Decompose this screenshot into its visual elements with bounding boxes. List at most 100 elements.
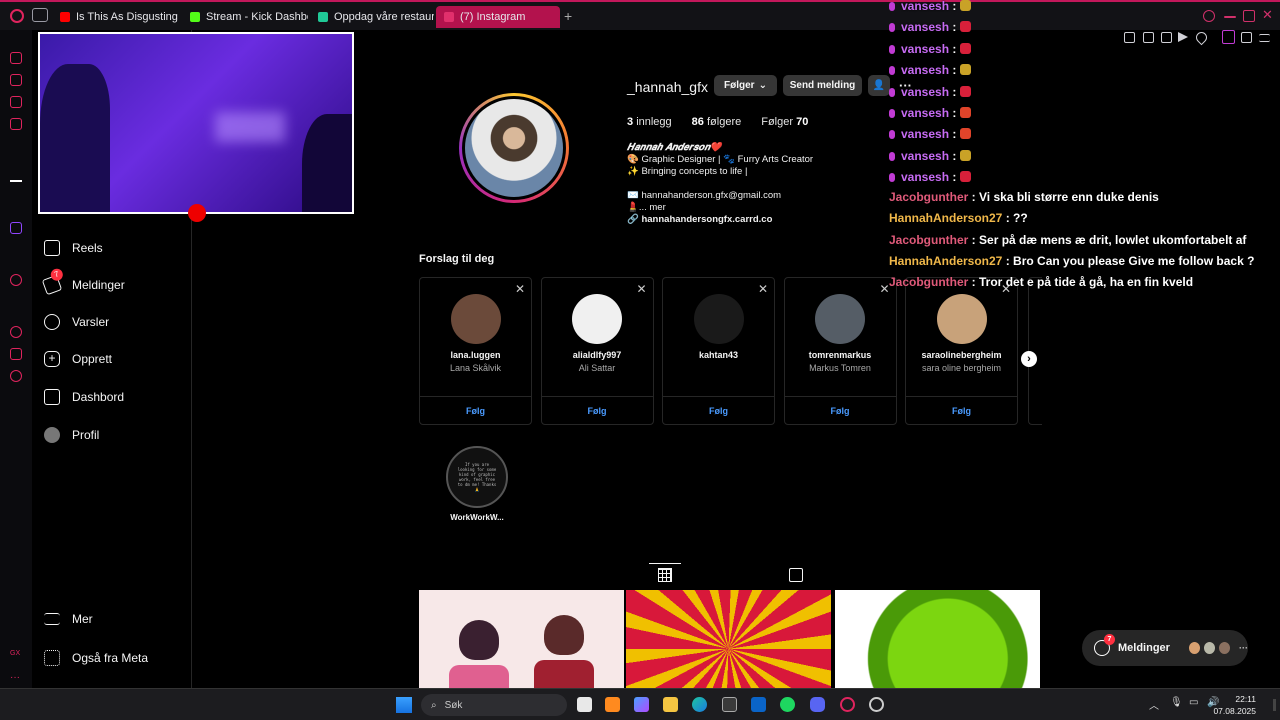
next-arrow-icon[interactable]: › xyxy=(1021,351,1037,367)
extensions-icon[interactable] xyxy=(10,348,22,360)
discord-icon[interactable] xyxy=(810,697,825,712)
suggestion-username[interactable]: tomrenmarkus xyxy=(785,350,896,360)
task-view-icon[interactable] xyxy=(577,697,592,712)
post-thumbnail[interactable] xyxy=(419,590,624,688)
profile-picture-ring[interactable] xyxy=(459,93,569,203)
suggestion-card[interactable]: ✕ kahtan43 Følg xyxy=(662,277,775,425)
dismiss-close-icon[interactable]: ✕ xyxy=(879,282,889,296)
suggestion-username[interactable]: kahtan43 xyxy=(663,350,774,360)
telegram-icon[interactable] xyxy=(10,118,22,130)
more-dots-icon[interactable]: ··· xyxy=(10,672,22,684)
following-stat[interactable]: Følger 70 xyxy=(761,116,808,128)
browser-tab[interactable]: (7) Instagram xyxy=(436,6,560,28)
player-play-icon[interactable] xyxy=(1178,32,1188,42)
aria-sidebar-icon[interactable] xyxy=(10,170,22,182)
fl-studio-icon[interactable] xyxy=(605,697,620,712)
network-icon[interactable]: ▭ xyxy=(1189,697,1198,708)
suggestion-card[interactable]: ✕ lana.luggen Lana Skålvik Følg xyxy=(419,277,532,425)
followers-stat[interactable]: 86 følgere xyxy=(692,116,742,128)
taskbar-search[interactable]: ⌕ Søk xyxy=(421,694,567,716)
following-button[interactable]: Følger ⌄ xyxy=(714,75,777,96)
nav-create[interactable]: + Opprett xyxy=(44,351,112,367)
nav-notifications[interactable]: Varsler xyxy=(44,314,109,330)
tray-chevron-icon[interactable]: ︿ xyxy=(1149,697,1159,712)
close-window-icon[interactable]: ✕ xyxy=(1262,7,1274,22)
profile-stats: 3 innlegg 86 følgere Følger 70 xyxy=(627,116,808,128)
suggestion-username[interactable]: saraolinebergheim xyxy=(906,350,1017,360)
player-icon[interactable] xyxy=(10,274,22,286)
nav-also-from-meta[interactable]: Også fra Meta xyxy=(44,650,148,666)
chat-message: HannahAnderson27 : ?? xyxy=(889,211,1028,226)
shield-icon[interactable] xyxy=(1161,32,1172,43)
browser-tab[interactable]: Stream - Kick Dashboard xyxy=(182,6,308,28)
whatsapp-icon[interactable] xyxy=(10,74,22,86)
suggestion-card[interactable]: ✕ saraolinebergheim sara oline bergheim Føl… xyxy=(905,277,1018,425)
dismiss-close-icon[interactable]: ✕ xyxy=(636,282,646,296)
follow-button[interactable]: Følg xyxy=(420,396,531,424)
gx-icon[interactable]: GX xyxy=(10,650,22,662)
bio-more-link[interactable]: 💄... mer xyxy=(627,202,813,214)
minimize-icon[interactable] xyxy=(1224,16,1236,18)
twitch-icon[interactable] xyxy=(10,222,22,234)
nav-messages[interactable]: 7 Meldinger xyxy=(41,267,125,296)
browser-tab[interactable]: Is This As Disgusting As E xyxy=(52,6,178,28)
suggest-people-button[interactable]: 👤 xyxy=(868,75,890,96)
search-tabs-icon[interactable] xyxy=(1203,10,1215,22)
download-icon[interactable] xyxy=(1241,32,1252,43)
file-explorer-icon[interactable] xyxy=(663,697,678,712)
opera-logo-icon[interactable] xyxy=(10,9,24,23)
story-highlight[interactable]: If you are looking for some kind of grap… xyxy=(446,446,508,522)
messenger-icon[interactable] xyxy=(10,96,22,108)
copilot-icon[interactable] xyxy=(634,697,649,712)
spotify-icon[interactable] xyxy=(780,697,795,712)
mic-badge-icon xyxy=(889,87,895,97)
messages-floating-button[interactable]: 7 Meldinger ··· xyxy=(1082,630,1248,666)
windows-start-icon[interactable] xyxy=(396,697,412,713)
post-thumbnail[interactable] xyxy=(835,590,1040,688)
follow-button[interactable]: Følg xyxy=(663,396,774,424)
browser-tab-strip: Is This As Disgusting As E Stream - Kick … xyxy=(0,0,1280,30)
meta-apps-icon xyxy=(44,650,60,666)
outlook-icon[interactable] xyxy=(751,697,766,712)
tagged-icon[interactable] xyxy=(789,568,803,582)
history-icon[interactable] xyxy=(10,326,22,338)
edge-icon[interactable] xyxy=(692,697,707,712)
snapshot-icon[interactable] xyxy=(1143,32,1154,43)
heart-outline-icon xyxy=(44,314,60,330)
heart-icon[interactable] xyxy=(1193,29,1210,46)
posts-grid-icon[interactable] xyxy=(649,563,681,582)
suggestion-card[interactable]: ✕ alialdlfy997 Ali Sattar Følg xyxy=(540,277,654,425)
follow-button[interactable]: Følg xyxy=(784,396,896,424)
follow-button[interactable]: Følg xyxy=(541,396,653,424)
bio-website-link[interactable]: 🔗 hannahandersongfx.carrd.co xyxy=(627,214,813,226)
aria-ai-icon[interactable] xyxy=(1222,30,1235,44)
suggestion-card[interactable]: ✕ tomrenmarkus Markus Tomren Følg xyxy=(783,277,897,425)
chat-message: vansesh : xyxy=(889,149,971,163)
menu-icon[interactable] xyxy=(1259,34,1270,42)
avatar xyxy=(1202,641,1216,655)
store-icon[interactable] xyxy=(722,697,737,712)
nav-reels[interactable]: Reels xyxy=(44,240,103,256)
nav-dashboard[interactable]: Dashbord xyxy=(44,389,124,405)
taskbar-clock[interactable]: 22:11 07.08.2025 xyxy=(1213,693,1256,717)
bookmark-icon[interactable] xyxy=(1124,32,1135,43)
microphone-icon[interactable]: 🎙 xyxy=(1170,697,1183,708)
dismiss-close-icon[interactable]: ✕ xyxy=(515,282,525,296)
nav-profile[interactable]: Profil xyxy=(44,427,99,443)
post-thumbnail[interactable] xyxy=(626,590,831,688)
opera-gx-icon[interactable] xyxy=(840,697,855,712)
follow-button[interactable]: Følg xyxy=(906,396,1017,424)
maximize-icon[interactable] xyxy=(1243,10,1255,22)
show-desktop-button[interactable] xyxy=(1273,699,1276,711)
tab-islands-icon[interactable] xyxy=(32,8,48,22)
nav-more[interactable]: Mer xyxy=(44,612,93,626)
send-message-button[interactable]: Send melding xyxy=(783,75,862,96)
settings-icon[interactable] xyxy=(10,370,22,382)
new-tab-plus-icon[interactable]: + xyxy=(564,9,572,23)
browser-tab[interactable]: Oppdag våre restaurante xyxy=(310,6,434,28)
suggestion-username[interactable]: lana.luggen xyxy=(420,350,531,360)
dismiss-close-icon[interactable]: ✕ xyxy=(758,282,768,296)
suggestion-username[interactable]: alialdlfy997 xyxy=(542,350,653,360)
obs-icon[interactable] xyxy=(869,697,884,712)
speed-dial-icon[interactable] xyxy=(10,52,22,64)
